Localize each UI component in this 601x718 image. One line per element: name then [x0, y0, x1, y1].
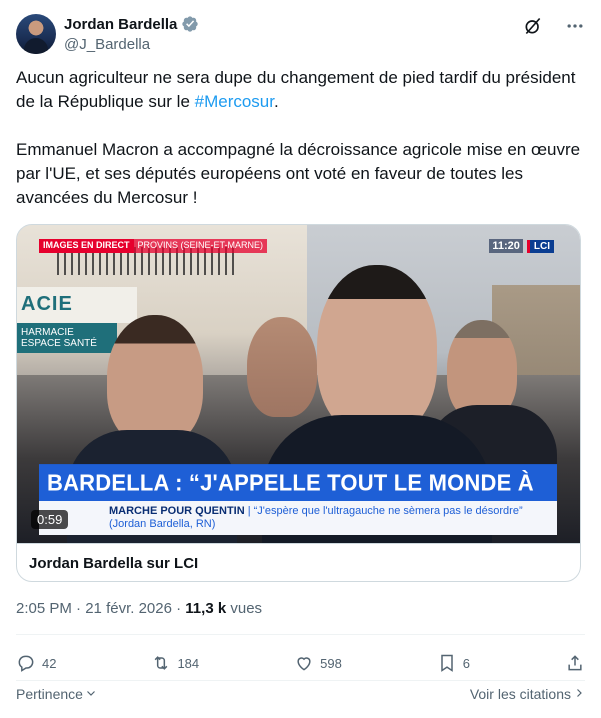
tweet-text: Aucun agriculteur ne sera dupe du change…: [16, 66, 585, 234]
reply-count: 42: [42, 655, 57, 671]
sub-banner: MARCHE POUR QUENTIN | “J'espère que l'ul…: [39, 501, 557, 535]
divider: [16, 680, 585, 681]
meta-separator: ·: [176, 600, 182, 617]
like-count: 598: [320, 655, 342, 671]
tweet-text-end: .: [274, 92, 279, 111]
chevron-down-icon: [85, 686, 97, 702]
tweet-time[interactable]: 2:05 PM: [16, 600, 72, 617]
display-name[interactable]: Jordan Bardella: [64, 16, 177, 33]
repost-button[interactable]: 184: [151, 653, 199, 673]
video-card[interactable]: ACIE HARMACIE ESPACE SANTÉ IMAGES EN DIR…: [16, 224, 581, 582]
display-name-row: Jordan Bardella: [64, 14, 199, 34]
like-button[interactable]: 598: [294, 653, 342, 673]
handle[interactable]: @J_Bardella: [64, 36, 199, 53]
sub-banner-lead: MARCHE POUR QUENTIN: [109, 505, 245, 517]
divider: [16, 634, 585, 635]
hashtag-link[interactable]: #Mercosur: [195, 92, 274, 111]
channel-logo: LCI: [526, 239, 554, 253]
grok-icon[interactable]: [523, 16, 543, 36]
repost-icon: [151, 653, 171, 673]
view-quotes-label: Voir les citations: [469, 686, 571, 702]
reply-sort-row: Pertinence Voir les citations: [16, 684, 585, 704]
avatar[interactable]: [16, 14, 56, 54]
live-tag: IMAGES EN DIRECT PROVINS (SEINE-ET-MARNE…: [39, 239, 268, 253]
tweet-date[interactable]: 21 févr. 2026: [85, 600, 172, 617]
person-background: [247, 317, 317, 417]
location-label: PROVINS (SEINE-ET-MARNE): [133, 239, 268, 253]
bookmark-count: 6: [462, 655, 471, 671]
video-player[interactable]: ACIE HARMACIE ESPACE SANTÉ IMAGES EN DIR…: [17, 225, 580, 543]
verified-badge-icon[interactable]: [181, 15, 199, 33]
reply-button[interactable]: 42: [16, 653, 56, 673]
meta-separator: ·: [76, 600, 82, 617]
relevance-label: Pertinence: [16, 686, 83, 702]
tweet-meta: 2:05 PM · 21 févr. 2026 · 11,3 k vues: [16, 600, 262, 617]
view-quotes-link[interactable]: Voir les citations: [470, 686, 585, 702]
views-count: 11,3 k: [185, 600, 227, 617]
views-label: vues: [230, 600, 263, 617]
tweet-paragraph-2: Emmanuel Macron a accompagné la décroiss…: [16, 140, 581, 207]
bookmark-icon: [437, 653, 457, 673]
channel-tag: 11:20 LCI: [489, 239, 554, 253]
relevance-dropdown[interactable]: Pertinence: [16, 686, 97, 702]
share-button[interactable]: [565, 653, 585, 673]
action-bar: 42 184 598 6: [16, 648, 585, 678]
share-icon: [565, 653, 585, 673]
repost-count: 184: [177, 655, 200, 671]
tweet-text-part: Aucun agriculteur ne sera dupe du change…: [16, 68, 576, 111]
reply-icon: [16, 653, 36, 673]
author-names: Jordan Bardella @J_Bardella: [64, 14, 199, 53]
shop-sign: ACIE: [17, 287, 137, 323]
shop-sign-sub: HARMACIE ESPACE SANTÉ: [17, 323, 117, 353]
card-title[interactable]: Jordan Bardella sur LCI: [17, 543, 580, 581]
tweet-header: Jordan Bardella @J_Bardella: [16, 12, 585, 56]
heart-icon: [294, 653, 314, 673]
live-label: IMAGES EN DIRECT: [39, 239, 134, 253]
chevron-right-icon: [573, 686, 585, 702]
more-icon[interactable]: [565, 16, 585, 36]
headline-banner: BARDELLA : “J'APPELLE TOUT LE MONDE À L'…: [39, 464, 557, 533]
tweet-paragraph-1: Aucun agriculteur ne sera dupe du change…: [16, 66, 585, 114]
bookmark-button[interactable]: 6: [437, 653, 470, 673]
person-left: [107, 315, 203, 445]
person-center: [317, 265, 437, 435]
video-duration: 0:59: [31, 510, 69, 529]
clock: 11:20: [489, 239, 523, 253]
header-actions: [523, 16, 585, 36]
